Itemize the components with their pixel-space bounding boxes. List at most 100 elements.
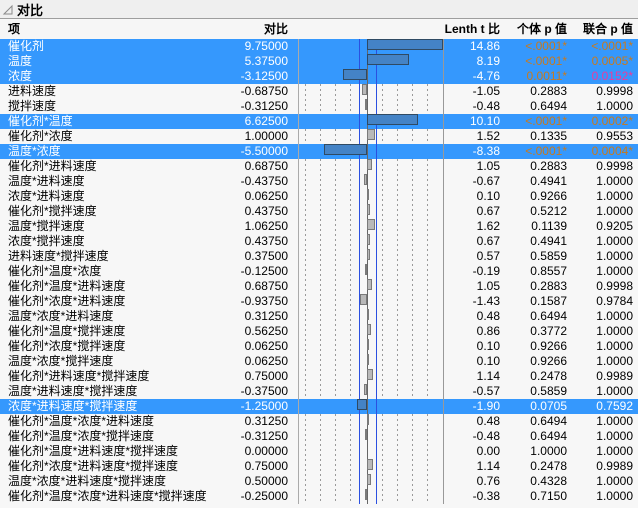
individual-p-cell: 0.0705 bbox=[530, 399, 567, 413]
table-row[interactable]: 催化剂*温度*进料速度 0.68750 1.05 0.2883 0.9998 bbox=[0, 279, 638, 294]
individual-p-cell: 0.2478 bbox=[530, 459, 567, 473]
contrast-bar bbox=[364, 174, 367, 185]
contrast-value-cell: 0.68750 bbox=[244, 279, 288, 293]
term-cell: 浓度 bbox=[8, 69, 33, 83]
table-row[interactable]: 温度*进料速度 -0.43750 -0.67 0.4941 1.0000 bbox=[0, 174, 638, 189]
contrast-value-cell: -0.37500 bbox=[240, 384, 288, 398]
table-row[interactable]: 温度*浓度*进料速度 0.31250 0.48 0.6494 1.0000 bbox=[0, 309, 638, 324]
column-header-contrast[interactable]: 对比 bbox=[180, 21, 288, 37]
term-cell: 催化剂*浓度 bbox=[8, 129, 73, 143]
table-row[interactable]: 温度*进料速度*搅拌速度 -0.37500 -0.57 0.5859 1.000… bbox=[0, 384, 638, 399]
table-row[interactable]: 催化剂*浓度 1.00000 1.52 0.1335 0.9553 bbox=[0, 129, 638, 144]
contrast-bar bbox=[365, 429, 367, 440]
individual-p-cell: 0.1139 bbox=[531, 219, 567, 233]
table-row[interactable]: 温度*搅拌速度 1.06250 1.62 0.1139 0.9205 bbox=[0, 219, 638, 234]
table-row[interactable]: 浓度*进料速度 0.06250 0.10 0.9266 1.0000 bbox=[0, 189, 638, 204]
contrast-bar bbox=[367, 309, 369, 320]
term-cell: 催化剂*浓度*进料速度 bbox=[8, 294, 126, 308]
individual-p-cell: 0.5859 bbox=[530, 384, 567, 398]
table-row[interactable]: 进料速度*搅拌速度 0.37500 0.57 0.5859 1.0000 bbox=[0, 249, 638, 264]
column-header-term[interactable]: 项 bbox=[8, 21, 20, 37]
column-header-simultaneous-p[interactable]: 联合 p 值 bbox=[571, 21, 633, 37]
table-row[interactable]: 催化剂*温度*搅拌速度 0.56250 0.86 0.3772 1.0000 bbox=[0, 324, 638, 339]
table-row[interactable]: 温度*浓度 -5.50000 -8.38 <.0001* 0.0004* bbox=[0, 144, 638, 159]
contrast-bar-chart-cell bbox=[298, 204, 444, 219]
contrast-bar bbox=[365, 99, 367, 110]
simultaneous-p-cell: 0.9989 bbox=[596, 459, 633, 473]
lenth-t-cell: 1.05 bbox=[476, 159, 500, 173]
simultaneous-p-cell: 0.0002* bbox=[591, 114, 633, 128]
table-row[interactable]: 催化剂 9.75000 14.86 <.0001* <.0001* bbox=[0, 39, 638, 54]
lenth-t-cell: 1.14 bbox=[476, 459, 500, 473]
table-row[interactable]: 催化剂*温度*浓度*搅拌速度 -0.31250 -0.48 0.6494 1.0… bbox=[0, 429, 638, 444]
table-row[interactable]: 温度 5.37500 8.19 <.0001* 0.0005* bbox=[0, 54, 638, 69]
contrast-bar-chart-cell bbox=[298, 324, 444, 339]
lenth-t-cell: -0.48 bbox=[472, 99, 500, 113]
contrast-bar-chart-cell bbox=[298, 384, 444, 399]
individual-p-cell: 0.5859 bbox=[530, 249, 567, 263]
term-cell: 进料速度 bbox=[8, 84, 57, 98]
term-cell: 搅拌速度 bbox=[8, 99, 57, 113]
table-row[interactable]: 催化剂*温度 6.62500 10.10 <.0001* 0.0002* bbox=[0, 114, 638, 129]
contrast-value-cell: 0.31250 bbox=[244, 414, 288, 428]
simultaneous-p-cell: 1.0000 bbox=[596, 354, 633, 368]
contrast-bar bbox=[365, 489, 367, 500]
disclosure-triangle-icon[interactable] bbox=[2, 3, 16, 15]
contrast-value-cell: -0.31250 bbox=[240, 429, 288, 443]
contrast-bar-chart-cell bbox=[298, 129, 444, 144]
term-cell: 催化剂*温度 bbox=[8, 114, 73, 128]
individual-p-cell: 0.2883 bbox=[530, 84, 567, 98]
contrast-bar bbox=[367, 324, 371, 335]
contrast-bar-chart-cell bbox=[298, 414, 444, 429]
table-row[interactable]: 进料速度 -0.68750 -1.05 0.2883 0.9998 bbox=[0, 84, 638, 99]
table-row[interactable]: 催化剂*搅拌速度 0.43750 0.67 0.5212 1.0000 bbox=[0, 204, 638, 219]
table-row[interactable]: 催化剂*浓度*进料速度*搅拌速度 0.75000 1.14 0.2478 0.9… bbox=[0, 459, 638, 474]
lenth-t-cell: -0.48 bbox=[472, 429, 500, 443]
contrast-bar bbox=[367, 204, 370, 215]
lenth-t-cell: 0.57 bbox=[476, 249, 500, 263]
table-row[interactable]: 催化剂*温度*浓度*进料速度*搅拌速度 -0.25000 -0.38 0.715… bbox=[0, 489, 638, 504]
contrast-bar-chart-cell bbox=[298, 144, 444, 159]
table-row[interactable]: 催化剂*温度*浓度*进料速度 0.31250 0.48 0.6494 1.000… bbox=[0, 414, 638, 429]
contrast-bar bbox=[367, 189, 369, 200]
simultaneous-p-cell: 0.9784 bbox=[596, 294, 633, 308]
lenth-t-cell: 0.86 bbox=[476, 324, 500, 338]
table-row[interactable]: 催化剂*温度*浓度 -0.12500 -0.19 0.8557 1.0000 bbox=[0, 264, 638, 279]
contrast-bar-chart-cell bbox=[298, 459, 444, 474]
lenth-t-cell: 1.52 bbox=[476, 129, 500, 143]
simultaneous-p-cell: 1.0000 bbox=[596, 384, 633, 398]
contrast-value-cell: -1.25000 bbox=[240, 399, 288, 413]
simultaneous-p-cell: 1.0000 bbox=[596, 429, 633, 443]
lenth-t-cell: 0.48 bbox=[476, 309, 500, 323]
term-cell: 浓度*搅拌速度 bbox=[8, 234, 85, 248]
table-row[interactable]: 浓度 -3.12500 -4.76 0.0011* 0.0152* bbox=[0, 69, 638, 84]
contrast-bar-chart-cell bbox=[298, 369, 444, 384]
contrast-value-cell: 0.00000 bbox=[244, 444, 288, 458]
term-cell: 催化剂*温度*搅拌速度 bbox=[8, 324, 126, 338]
contrast-bar-chart-cell bbox=[298, 159, 444, 174]
contrast-bar-chart-cell bbox=[298, 264, 444, 279]
simultaneous-p-cell: 1.0000 bbox=[596, 264, 633, 278]
table-row[interactable]: 催化剂*浓度*搅拌速度 0.06250 0.10 0.9266 1.0000 bbox=[0, 339, 638, 354]
contrast-value-cell: -0.93750 bbox=[240, 294, 288, 308]
contrast-value-cell: 0.06250 bbox=[244, 354, 288, 368]
contrast-value-cell: 0.75000 bbox=[244, 369, 288, 383]
lenth-t-cell: -1.90 bbox=[472, 399, 500, 413]
table-row[interactable]: 催化剂*浓度*进料速度 -0.93750 -1.43 0.1587 0.9784 bbox=[0, 294, 638, 309]
contrast-bar bbox=[367, 279, 372, 290]
column-header-lenth-t[interactable]: Lenth t 比 bbox=[420, 21, 500, 37]
term-cell: 温度 bbox=[8, 54, 33, 68]
table-row[interactable]: 浓度*进料速度*搅拌速度 -1.25000 -1.90 0.0705 0.759… bbox=[0, 399, 638, 414]
table-row[interactable]: 催化剂*进料速度 0.68750 1.05 0.2883 0.9998 bbox=[0, 159, 638, 174]
table-row[interactable]: 温度*浓度*搅拌速度 0.06250 0.10 0.9266 1.0000 bbox=[0, 354, 638, 369]
table-row[interactable]: 搅拌速度 -0.31250 -0.48 0.6494 1.0000 bbox=[0, 99, 638, 114]
table-row[interactable]: 催化剂*温度*进料速度*搅拌速度 0.00000 0.00 1.0000 1.0… bbox=[0, 444, 638, 459]
column-header-individual-p[interactable]: 个体 p 值 bbox=[505, 21, 567, 37]
table-row[interactable]: 催化剂*进料速度*搅拌速度 0.75000 1.14 0.2478 0.9989 bbox=[0, 369, 638, 384]
contrast-value-cell: -0.43750 bbox=[240, 174, 288, 188]
simultaneous-p-cell: 1.0000 bbox=[596, 249, 633, 263]
table-row[interactable]: 浓度*搅拌速度 0.43750 0.67 0.4941 1.0000 bbox=[0, 234, 638, 249]
table-row[interactable]: 温度*浓度*进料速度*搅拌速度 0.50000 0.76 0.4328 1.00… bbox=[0, 474, 638, 489]
contrast-bar-chart-cell bbox=[298, 294, 444, 309]
simultaneous-p-cell: 0.0005* bbox=[591, 54, 633, 68]
